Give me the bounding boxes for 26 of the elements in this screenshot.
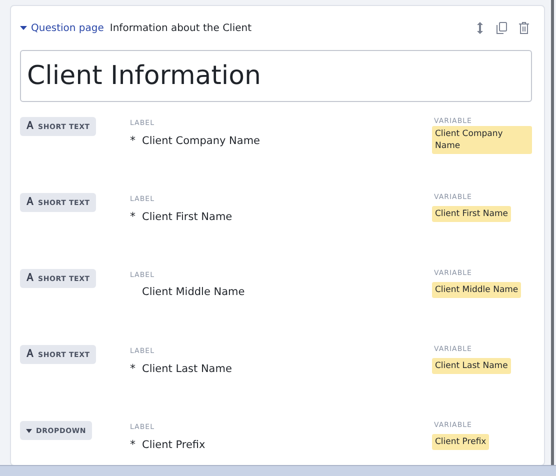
page-title: Information about the Client [110,22,252,34]
title-field[interactable]: Client Information [20,50,532,102]
variable-tag: Client Last Name [432,358,511,374]
variable-tag: Client Middle Name [432,282,522,298]
question-label: Client Last Name [142,362,232,374]
question-label: Client Company Name [142,134,260,146]
trash-icon[interactable] [519,22,529,34]
variable-tag: Client Company Name [432,126,532,154]
caret-icon [26,428,32,432]
copy-icon[interactable] [496,22,507,34]
letter-icon [26,349,34,360]
required-marker: * [130,134,136,147]
required-marker: * [130,438,136,451]
letter-icon [26,273,34,284]
question-label: Client First Name [142,210,232,222]
variable-tag: Client First Name [432,206,511,222]
letter-icon [26,197,34,208]
letter-icon [26,121,34,132]
move-icon[interactable] [476,22,484,34]
variable-tag: Client Prefix [432,434,490,450]
question-label: Client Middle Name [142,286,245,298]
caret-icon [20,26,27,30]
question-page-link[interactable]: Question page [20,22,104,34]
required-marker: * [130,362,136,375]
required-marker: * [130,210,136,223]
question-label: Client Prefix [142,438,206,450]
